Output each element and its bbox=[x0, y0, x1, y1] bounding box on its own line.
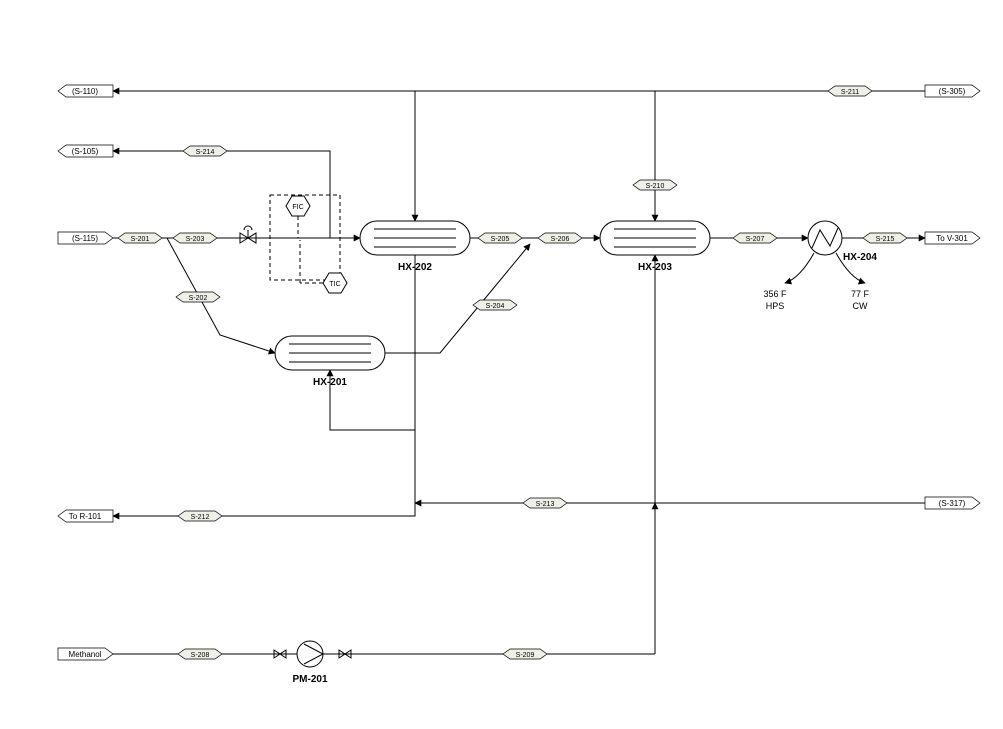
port-to-r101: To R-101 bbox=[58, 510, 113, 522]
svg-text:TIC: TIC bbox=[329, 281, 340, 288]
line-s212 bbox=[113, 503, 415, 516]
svg-text:To R-101: To R-101 bbox=[69, 512, 102, 521]
tag-s204: S-204 bbox=[473, 300, 517, 310]
hx-202 bbox=[360, 221, 470, 255]
svg-text:S-215: S-215 bbox=[876, 236, 895, 243]
tag-s201: S-201 bbox=[118, 233, 162, 243]
tag-s214: S-214 bbox=[183, 146, 227, 156]
svg-text:S-213: S-213 bbox=[536, 501, 555, 508]
svg-text:S-204: S-204 bbox=[486, 303, 505, 310]
instrument-tic: TIC bbox=[323, 273, 347, 293]
port-s305-label: (S-305) bbox=[939, 87, 966, 96]
hx-204 bbox=[808, 221, 842, 255]
port-to-v301: To V-301 bbox=[925, 232, 980, 244]
svg-text:FIC: FIC bbox=[292, 204, 303, 211]
tag-s202: S-202 bbox=[176, 292, 220, 302]
svg-text:To V-301: To V-301 bbox=[936, 234, 968, 243]
instrument-fic: FIC bbox=[286, 196, 310, 216]
cw: CW bbox=[853, 301, 868, 311]
pm-201-label: PM-201 bbox=[292, 674, 327, 685]
hx204-hps-in bbox=[785, 253, 814, 283]
tag-s210: S-210 bbox=[633, 180, 677, 190]
svg-text:(S-317): (S-317) bbox=[939, 499, 966, 508]
port-s110-label: (S-110) bbox=[72, 87, 98, 96]
port-s317: (S-317) bbox=[925, 497, 980, 509]
tag-s203: S-203 bbox=[173, 233, 217, 243]
svg-text:S-210: S-210 bbox=[646, 183, 665, 190]
svg-text:(S-115): (S-115) bbox=[72, 234, 98, 243]
svg-text:S-207: S-207 bbox=[746, 236, 765, 243]
tag-s212: S-212 bbox=[178, 511, 222, 521]
port-methanol: Methanol bbox=[58, 648, 113, 660]
svg-text:S-202: S-202 bbox=[189, 295, 208, 302]
port-s115: (S-115) bbox=[58, 232, 113, 244]
port-s110: (S-110) bbox=[58, 85, 113, 97]
svg-text:S-201: S-201 bbox=[131, 236, 150, 243]
port-s105: (S-105) bbox=[58, 145, 113, 157]
tag-s215: S-215 bbox=[863, 233, 907, 243]
hps: HPS bbox=[766, 301, 785, 311]
svg-text:Methanol: Methanol bbox=[69, 650, 102, 659]
tag-s213: S-213 bbox=[523, 498, 567, 508]
control-valve[interactable] bbox=[240, 226, 256, 243]
port-s305: (S-305) bbox=[925, 85, 980, 97]
tag-s211: S-211 bbox=[828, 86, 872, 96]
svg-text:S-206: S-206 bbox=[551, 236, 570, 243]
svg-text:(S-105): (S-105) bbox=[72, 147, 99, 156]
hx-201 bbox=[275, 336, 385, 370]
tag-s207: S-207 bbox=[733, 233, 777, 243]
svg-text:S-212: S-212 bbox=[191, 514, 210, 521]
hps-t: 356 F bbox=[763, 289, 787, 299]
pm-201 bbox=[297, 641, 323, 667]
cw-t: 77 F bbox=[851, 289, 870, 299]
line-s204 bbox=[385, 244, 530, 353]
svg-text:S-208: S-208 bbox=[191, 652, 210, 659]
hx-203 bbox=[600, 221, 710, 255]
tag-s208: S-208 bbox=[178, 649, 222, 659]
svg-text:S-209: S-209 bbox=[516, 652, 535, 659]
tag-s205: S-205 bbox=[478, 233, 522, 243]
svg-text:S-205: S-205 bbox=[491, 236, 510, 243]
svg-text:S-211: S-211 bbox=[841, 89, 859, 96]
tag-s206: S-206 bbox=[538, 233, 582, 243]
svg-text:S-203: S-203 bbox=[186, 236, 205, 243]
svg-text:S-214: S-214 bbox=[196, 149, 215, 156]
hx-204-label: HX-204 bbox=[843, 252, 877, 263]
line-s214 bbox=[113, 151, 330, 238]
tag-s209: S-209 bbox=[503, 649, 547, 659]
